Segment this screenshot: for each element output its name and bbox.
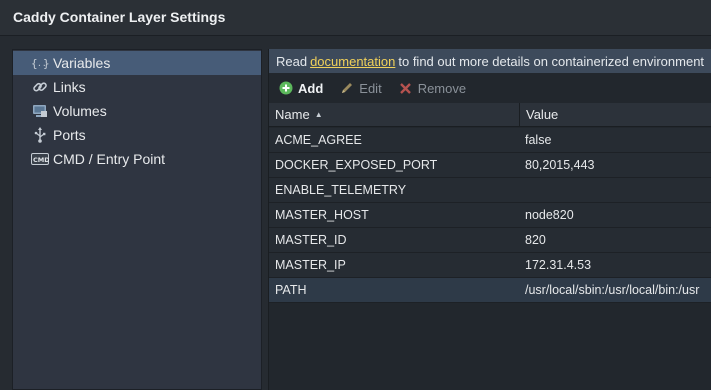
table-row[interactable]: PATH /usr/local/sbin:/usr/local/bin:/usr [269, 278, 711, 303]
info-prefix: Read [276, 53, 308, 69]
sort-ascending-icon: ▲ [314, 110, 323, 119]
table-row[interactable]: MASTER_HOST node820 [269, 203, 711, 228]
variables-braces-icon: { .. } [30, 54, 50, 72]
sidebar-item-label: Volumes [53, 103, 107, 119]
volumes-icon [30, 102, 50, 120]
sidebar-item-links[interactable]: Links [13, 75, 261, 99]
variable-name: MASTER_ID [275, 233, 347, 247]
table-row[interactable]: DOCKER_EXPOSED_PORT 80,2015,443 [269, 153, 711, 178]
edit-button[interactable]: Edit [339, 80, 382, 96]
column-header-value[interactable]: Value [519, 103, 711, 127]
window-title: Caddy Container Layer Settings [13, 9, 226, 25]
variables-panel: Read documentation to find out more deta… [268, 49, 711, 390]
link-icon [30, 78, 50, 96]
svg-text:CMD: CMD [33, 156, 49, 164]
variable-value: 172.31.4.53 [525, 258, 592, 272]
table-row[interactable]: ENABLE_TELEMETRY [269, 178, 711, 203]
variables-toolbar: Add Edit Remove [269, 75, 711, 101]
remove-button[interactable]: Remove [398, 81, 466, 96]
variable-value: false [525, 133, 552, 147]
documentation-info-bar: Read documentation to find out more deta… [269, 49, 711, 73]
documentation-link[interactable]: documentation [310, 54, 395, 69]
cmd-icon: CMD [30, 150, 50, 168]
sidebar-item-label: CMD / Entry Point [53, 151, 166, 167]
table-row[interactable]: MASTER_IP 172.31.4.53 [269, 253, 711, 278]
sidebar-item-volumes[interactable]: Volumes [13, 99, 261, 123]
table-row[interactable]: MASTER_ID 820 [269, 228, 711, 253]
sidebar-item-label: Links [53, 79, 86, 95]
title-bar[interactable]: Caddy Container Layer Settings [0, 0, 711, 36]
variable-value: 820 [525, 233, 546, 247]
sidebar-item-cmd-entry-point[interactable]: CMD CMD / Entry Point [13, 147, 261, 171]
remove-x-icon [398, 81, 413, 96]
sidebar-item-ports[interactable]: Ports [13, 123, 261, 147]
variable-name: MASTER_HOST [275, 208, 369, 222]
sidebar-nav: { .. } Variables Links Volumes Ports CMD… [12, 49, 262, 390]
variable-value: /usr/local/sbin:/usr/local/bin:/usr [525, 283, 700, 297]
variable-name: PATH [275, 283, 307, 297]
variable-name: MASTER_IP [275, 258, 346, 272]
grid-header: Name ▲ Value [269, 103, 711, 127]
variables-grid: Name ▲ Value ACME_AGREE false DOCKER_EXP… [269, 103, 711, 390]
table-row[interactable]: ACME_AGREE false [269, 128, 711, 153]
add-button[interactable]: Add [278, 81, 323, 96]
edit-label: Edit [359, 80, 382, 96]
remove-label: Remove [417, 80, 467, 96]
variable-name: ACME_AGREE [275, 133, 362, 147]
sidebar-item-label: Ports [53, 127, 86, 143]
svg-text:}: } [43, 57, 49, 70]
add-icon [278, 81, 293, 96]
variable-name: DOCKER_EXPOSED_PORT [275, 158, 438, 172]
pencil-icon [339, 81, 354, 96]
variable-value: node820 [525, 208, 574, 222]
sidebar-item-variables[interactable]: { .. } Variables [13, 51, 261, 75]
column-name-label: Name [275, 107, 310, 122]
add-label: Add [298, 80, 324, 96]
dialog-body: { .. } Variables Links Volumes Ports CMD… [0, 36, 711, 390]
variable-value: 80,2015,443 [525, 158, 595, 172]
sidebar-item-label: Variables [53, 55, 111, 71]
usb-port-icon [30, 126, 50, 144]
settings-window: Caddy Container Layer Settings { .. } Va… [0, 0, 711, 390]
info-suffix: to find out more details on containerize… [398, 53, 705, 69]
column-header-name[interactable]: Name ▲ [269, 107, 519, 122]
variable-name: ENABLE_TELEMETRY [275, 183, 407, 197]
column-value-label: Value [526, 107, 559, 122]
